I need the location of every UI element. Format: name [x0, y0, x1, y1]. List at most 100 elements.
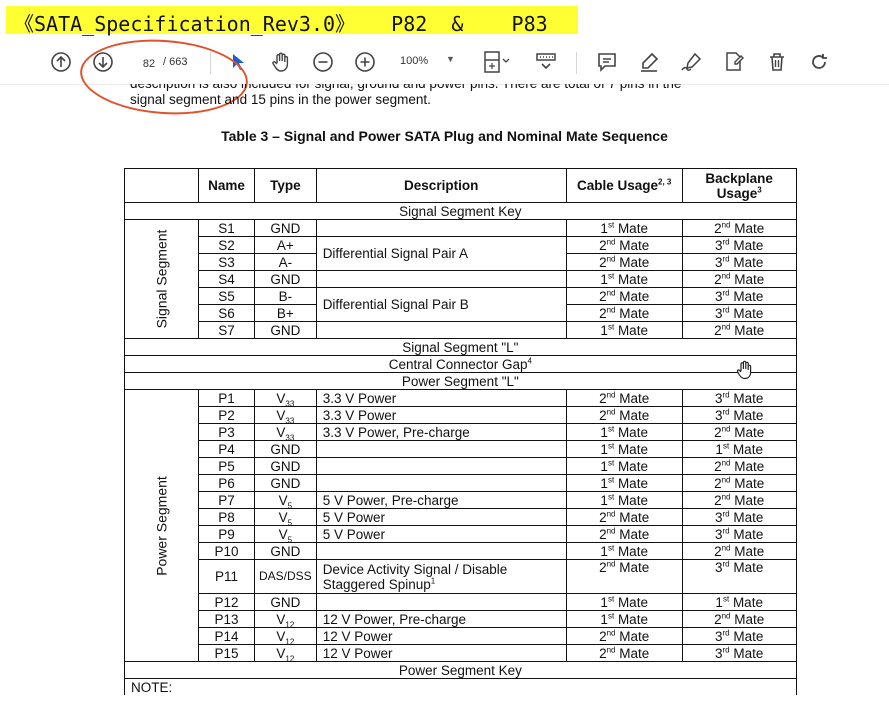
zoom-in-icon[interactable] [354, 51, 376, 73]
pin-type: GND [254, 321, 317, 339]
mate-order: 1 [715, 441, 723, 457]
header-backplane-usage: Backplane Usage3 [681, 168, 797, 203]
pin-name: P6 [198, 474, 255, 492]
zoom-dropdown-icon[interactable]: ▼ [446, 54, 455, 64]
mate-ordinal: nd [721, 492, 731, 501]
mate-ordinal: st [607, 424, 615, 433]
mate-word: Mate [734, 322, 765, 338]
zoom-out-icon[interactable] [312, 51, 334, 73]
backplane-usage: 3rd Mate [681, 406, 797, 424]
pin-type: V33 [254, 423, 317, 441]
pin-name: P14 [198, 627, 255, 645]
header-cable-label: Cable Usage [576, 178, 659, 193]
pin-description [315, 542, 567, 560]
mate-word: Mate [734, 458, 765, 474]
mate-ordinal: st [722, 441, 730, 450]
mate-word: Mate [619, 237, 650, 253]
pin-name: P1 [198, 389, 255, 407]
table-row: P8 V5 5 V Power 2nd Mate 3rd Mate [125, 508, 797, 526]
mate-order: 2 [714, 271, 722, 287]
page-up-icon[interactable] [50, 51, 72, 73]
mate-ordinal: rd [722, 407, 730, 416]
pin-type: V33 [254, 406, 317, 424]
pin-type-sub: 5 [287, 535, 293, 543]
table-row: P14 V12 12 V Power 2nd Mate 3rd Mate [125, 627, 797, 645]
page-total: / 663 [163, 56, 188, 68]
signal-segment-label: Signal Segment [153, 229, 169, 329]
hand-tool-icon[interactable] [270, 51, 292, 73]
mate-word: Mate [619, 254, 650, 270]
mate-word: Mate [619, 407, 650, 423]
sign-icon[interactable] [680, 51, 704, 73]
select-cursor-icon[interactable] [230, 52, 246, 72]
cable-usage: 1st Mate [565, 457, 683, 475]
cable-usage: 2nd Mate [565, 627, 683, 645]
delete-icon[interactable] [766, 51, 788, 73]
mate-word: Mate [619, 560, 650, 576]
document-page: description is also included for signal,… [0, 84, 889, 703]
pin-description-text: 12 V Power [322, 645, 393, 661]
pin-description: 3.3 V Power [315, 406, 567, 424]
highlight-icon[interactable] [638, 51, 660, 73]
pin-type-text: GND [270, 441, 301, 457]
page-down-icon[interactable] [92, 51, 114, 73]
rotate-icon[interactable] [808, 51, 830, 73]
backplane-usage: 2nd Mate [681, 423, 797, 441]
mate-word: Mate [734, 611, 765, 627]
mate-ordinal: rd [722, 288, 730, 297]
pin-name: P5 [198, 457, 255, 475]
mate-word: Mate [619, 628, 650, 644]
mate-ordinal: nd [721, 543, 731, 552]
pin-type: GND [254, 542, 317, 560]
pin-description-text2: Staggered Spinup [322, 576, 431, 592]
cable-usage: 2nd Mate [565, 406, 683, 424]
pin-name: P8 [198, 508, 255, 526]
cable-usage: 1st Mate [565, 474, 683, 492]
mate-word: Mate [617, 424, 648, 440]
intro-paragraph: description is also included for signal,… [130, 84, 770, 108]
gap-sup: 4 [527, 356, 532, 365]
fit-page-icon[interactable] [482, 49, 510, 75]
backplane-usage: 3rd Mate [681, 627, 797, 645]
pin-type: B+ [254, 304, 317, 322]
section-row: Signal Segment Key [124, 202, 797, 220]
pin-description [315, 440, 567, 458]
header-name: Name [198, 168, 255, 203]
backplane-usage: 3rd Mate [681, 304, 797, 322]
backplane-usage: 2nd Mate [681, 457, 797, 475]
mate-order: 2 [599, 560, 607, 576]
pin-name: S3 [198, 253, 255, 271]
mate-ordinal: st [607, 458, 615, 467]
pin-type-sub: 5 [287, 518, 293, 526]
mate-word: Mate [617, 611, 648, 627]
page-number-input[interactable] [132, 54, 166, 74]
cable-usage: 1st Mate [565, 491, 683, 509]
mate-word: Mate [733, 288, 764, 304]
cable-usage: 2nd Mate [565, 644, 683, 662]
scroll-mode-icon[interactable] [534, 51, 558, 73]
backplane-usage: 3rd Mate [681, 253, 797, 271]
pin-type: V12 [254, 627, 317, 645]
table-header-row: Name Type Description Cable Usage2, 3 Ba… [124, 168, 797, 203]
pin-type-text: GND [270, 475, 301, 491]
zoom-level[interactable]: 100% [400, 55, 428, 67]
fill-sign-icon[interactable] [722, 50, 746, 74]
mate-ordinal: st [722, 594, 730, 603]
mate-word: Mate [733, 237, 764, 253]
mate-order: 2 [599, 254, 607, 270]
header-backplane-label2: Usage [716, 185, 758, 201]
comment-icon[interactable] [596, 51, 618, 73]
header-backplane-label: Backplane [705, 170, 773, 186]
backplane-usage: 3rd Mate [681, 287, 797, 305]
pin-type-text: V [278, 526, 288, 542]
mate-word: Mate [617, 475, 648, 491]
table-row: P3 V33 3.3 V Power, Pre-charge 1st Mate 2nd … [125, 423, 797, 441]
toolbar-divider [576, 52, 577, 74]
mate-order: 1 [600, 475, 608, 491]
mate-order: 2 [714, 475, 722, 491]
backplane-usage: 1st Mate [681, 593, 797, 611]
mate-word: Mate [734, 475, 765, 491]
pin-type: GND [254, 440, 317, 458]
mate-word: Mate [733, 526, 764, 542]
mate-word: Mate [617, 492, 648, 508]
